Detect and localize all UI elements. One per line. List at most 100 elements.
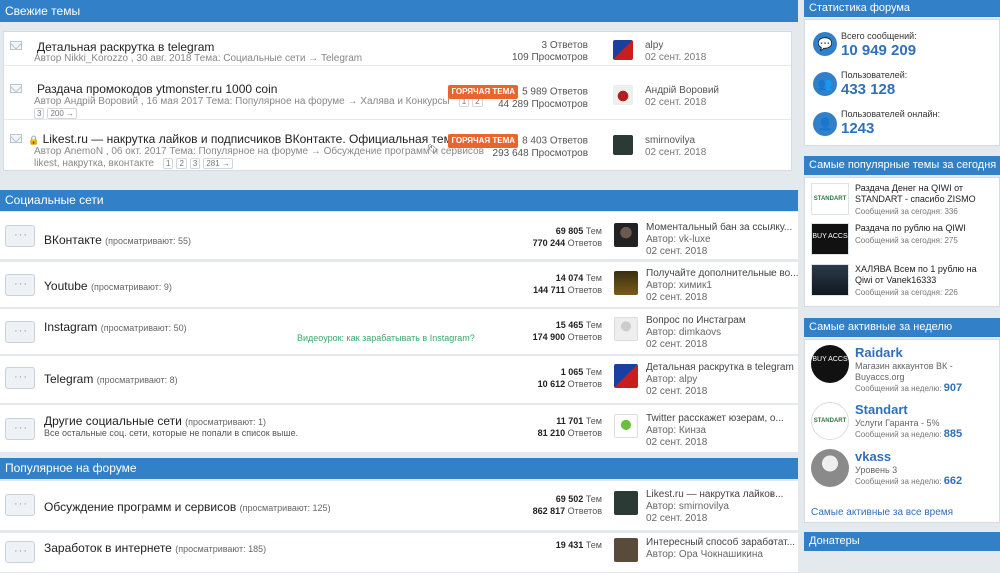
page-link[interactable]: 281 → xyxy=(203,158,233,169)
chevron-right-icon[interactable]: › xyxy=(770,268,773,279)
user-icon: 👤 xyxy=(813,112,837,136)
forum-row-other[interactable]: Другие социальные сети (просматривают: 1… xyxy=(0,405,798,453)
topic-meta: Автор Андрій Воровий , 16 мая 2017 Тема:… xyxy=(34,96,483,107)
topic-image xyxy=(811,264,849,296)
forum-name[interactable]: Обсуждение программ и сервисов (просматр… xyxy=(44,500,331,514)
popular-topic[interactable]: STANDART Раздача Денег на QIWI от STANDAR… xyxy=(811,183,997,217)
forum-icon xyxy=(5,225,35,247)
page-link[interactable]: 3 xyxy=(189,158,201,169)
forum-stats: 14 074 Тем 144 711 Ответов xyxy=(533,273,602,295)
forum-name[interactable]: Другие социальные сети (просматривают: 1… xyxy=(44,414,266,428)
topic-title[interactable]: 🔒 Likest.ru — накрутка лайков и подписчи… xyxy=(28,132,462,146)
latest-row[interactable]: Детальная раскрутка в telegram Автор Nik… xyxy=(4,32,791,66)
topic-pages: 3 200 → xyxy=(34,108,78,119)
topic-title[interactable]: Раздача промокодов ytmonster.ru 1000 coi… xyxy=(37,82,277,96)
active-user[interactable]: STANDART Standart Услуги Гаранта - 5% Со… xyxy=(811,402,997,454)
topic-image: BUY ACCS xyxy=(811,223,849,255)
hot-badge: ГОРЯЧАЯ ТЕМА xyxy=(448,134,519,148)
forum-icon xyxy=(5,418,35,440)
forum-description: Все остальные соц. сети, которые не попа… xyxy=(44,428,299,438)
last-post[interactable]: Likest.ru — накрутка лайков... Автор: smi… xyxy=(646,489,783,525)
last-post[interactable]: Получайте дополнительные во... Автор: хим… xyxy=(646,268,799,304)
avatar[interactable] xyxy=(614,491,638,515)
chevron-right-icon[interactable]: › xyxy=(770,489,773,500)
latest-header: Свежие темы xyxy=(0,0,798,22)
users-icon: 👥 xyxy=(813,72,837,96)
last-poster[interactable]: alpy 02 сент. 2018 xyxy=(645,40,706,64)
active-week-box: BUY ACCS Raidark Магазин аккаунтов ВК -B… xyxy=(804,339,1000,523)
forum-icon xyxy=(5,541,35,563)
forum-name[interactable]: Telegram (просматривают: 8) xyxy=(44,372,178,386)
page-link[interactable]: 1 xyxy=(162,158,174,169)
forum-stats: 69 502 Тем 862 817 Ответов xyxy=(532,494,602,516)
active-user[interactable]: vkass Уровень 3 Сообщений за неделю: 662 xyxy=(811,449,997,501)
avatar[interactable] xyxy=(614,317,638,341)
last-post[interactable]: Детальная раскрутка в telegram Автор: alp… xyxy=(646,362,794,398)
active-all-time-link[interactable]: Самые активные за все время xyxy=(811,507,953,518)
forum-stats: 15 465 Тем 174 900 Ответов xyxy=(532,320,602,342)
avatar[interactable] xyxy=(614,364,638,388)
stat-total-posts: 💬 Всего сообщений: 10 949 209 xyxy=(805,26,1000,62)
forum-icon xyxy=(5,494,35,516)
stats-box: 💬 Всего сообщений: 10 949 209 👥 Пользова… xyxy=(804,19,1000,146)
avatar[interactable] xyxy=(614,414,638,438)
avatar[interactable] xyxy=(614,271,638,295)
forum-stats: 19 431 Тем xyxy=(555,540,602,550)
stats-header: Статистика форума xyxy=(804,0,1000,17)
avatar[interactable] xyxy=(613,85,633,105)
chevron-right-icon[interactable]: › xyxy=(770,537,773,548)
popular-topic[interactable]: ХАЛЯВА Всем по 1 рублю на Qiwi от Vanek16… xyxy=(811,264,997,298)
forum-icon xyxy=(5,367,35,389)
avatar[interactable] xyxy=(613,40,633,60)
page-link[interactable]: 200 → xyxy=(47,108,78,119)
latest-row[interactable]: 🔒 Likest.ru — накрутка лайков и подписчи… xyxy=(4,126,791,170)
avatar[interactable]: STANDART xyxy=(811,402,849,440)
forum-name[interactable]: Instagram (просматривают: 50) xyxy=(44,320,187,334)
forum-icon xyxy=(5,274,35,296)
chat-icon: 💬 xyxy=(813,32,837,56)
last-poster[interactable]: smirnovilya 02 сент. 2018 xyxy=(645,135,706,159)
avatar[interactable] xyxy=(614,538,638,562)
donors-header: Донатеры xyxy=(804,532,1000,551)
hot-badge: ГОРЯЧАЯ ТЕМА xyxy=(448,85,519,99)
forum-row-telegram[interactable]: Telegram (просматривают: 8) 1 065 Тем10 … xyxy=(0,356,798,404)
forum-row-vkontakte[interactable]: ВКонтакте (просматривают: 55) 69 805 Тем… xyxy=(0,212,798,260)
avatar[interactable] xyxy=(613,135,633,155)
social-header: Социальные сети xyxy=(0,190,798,211)
sidebar: Статистика форума 💬 Всего сообщений: 10 … xyxy=(804,0,1000,551)
last-post[interactable]: Вопрос по Инстаграм Автор: dimkaovs 02 сен… xyxy=(646,315,746,351)
topic-tags: likest, накрутка, вконтакте 1 2 3 281 → xyxy=(34,158,233,169)
topic-title[interactable]: Детальная раскрутка в telegram xyxy=(37,40,214,54)
topic-meta: Автор AnemoN , 06 окт. 2017 Тема: Популя… xyxy=(34,146,484,157)
forum-row-earnings[interactable]: Заработок в интернете (просматривают: 18… xyxy=(0,533,798,573)
avatar[interactable] xyxy=(811,449,849,487)
forum-stats: 11 701 Тем 81 210 Ответов xyxy=(537,416,602,438)
forum-stats: 1 065 Тем 10 612 Ответов xyxy=(537,367,602,389)
avatar[interactable] xyxy=(614,223,638,247)
popular-topic[interactable]: BUY ACCS Раздача по рублю на QIWI Сообще… xyxy=(811,223,997,257)
latest-list: Детальная раскрутка в telegram Автор Nik… xyxy=(3,31,792,171)
forum-row-youtube[interactable]: Youtube (просматривают: 9) 14 074 Тем144… xyxy=(0,262,799,308)
chevron-right-icon[interactable]: › xyxy=(770,222,773,233)
latest-row[interactable]: Раздача промокодов ytmonster.ru 1000 coi… xyxy=(4,75,791,120)
avatar[interactable]: BUY ACCS xyxy=(811,345,849,383)
topic-stats: 3 Ответов 109 Просмотров xyxy=(511,40,588,63)
page-link[interactable]: 2 xyxy=(176,158,187,169)
forum-icon xyxy=(5,321,35,343)
page-link[interactable]: 3 xyxy=(34,108,45,119)
active-user[interactable]: BUY ACCS Raidark Магазин аккаунтов ВК -B… xyxy=(811,345,997,397)
last-post[interactable]: Twitter расскажет юзерам, о... Автор: Кин… xyxy=(646,413,784,449)
forum-name[interactable]: Заработок в интернете (просматривают: 18… xyxy=(44,541,266,555)
last-poster[interactable]: Андрій Воровий 02 сент. 2018 xyxy=(645,85,719,109)
stat-users: 👥 Пользователей: 433 128 xyxy=(805,67,1000,103)
topic-image: STANDART xyxy=(811,183,849,215)
envelope-icon xyxy=(10,134,22,143)
forum-name[interactable]: Youtube (просматривают: 9) xyxy=(44,279,172,293)
forum-stats: 69 805 Тем 770 244 Ответов xyxy=(532,226,602,248)
forum-name[interactable]: ВКонтакте (просматривают: 55) xyxy=(44,233,191,247)
active-week-header: Самые активные за неделю xyxy=(804,318,1000,337)
subforum-link[interactable]: Видеоурок: как зарабатывать в Instagram? xyxy=(297,333,475,343)
forum-row-instagram[interactable]: Instagram (просматривают: 50) Видеоурок:… xyxy=(0,309,798,355)
lock-icon: 🔒 xyxy=(28,135,40,145)
forum-row-programs[interactable]: Обсуждение программ и сервисов (просматр… xyxy=(0,481,798,531)
